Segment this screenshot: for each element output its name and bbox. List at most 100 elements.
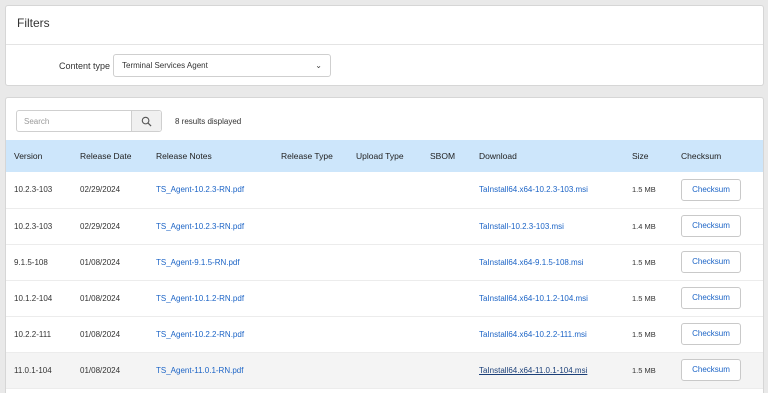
upload-type-cell: [348, 280, 422, 316]
releases-table: Version Release Date Release Notes Relea…: [6, 140, 763, 389]
release-date-cell: 02/29/2024: [80, 185, 121, 195]
checksum-button[interactable]: Checksum: [681, 323, 741, 345]
column-header-download[interactable]: Download: [471, 140, 624, 172]
release-notes-cell: TS_Agent-10.2.3-RN.pdf: [148, 208, 273, 244]
release-notes-link[interactable]: TS_Agent-10.2.3-RN.pdf: [156, 185, 244, 194]
checksum-button[interactable]: Checksum: [681, 287, 741, 309]
checksum-cell: Checksum: [673, 172, 763, 208]
release-notes-cell: TS_Agent-10.2.3-RN.pdf: [148, 172, 273, 208]
release-notes-cell: TS_Agent-10.1.2-RN.pdf: [148, 280, 273, 316]
release-notes-link[interactable]: TS_Agent-9.1.5-RN.pdf: [156, 258, 240, 267]
download-link[interactable]: TaInstall64.x64-11.0.1-104.msi: [479, 366, 587, 375]
divider: [6, 44, 763, 45]
column-header-checksum[interactable]: Checksum: [673, 140, 763, 172]
search-button[interactable]: [131, 111, 161, 131]
release-notes-link[interactable]: TS_Agent-10.2.2-RN.pdf: [156, 330, 244, 339]
sbom-cell: [422, 352, 471, 388]
release-type-cell: [273, 244, 348, 280]
release-date-cell: 02/29/2024: [80, 221, 121, 231]
results-panel: 8 results displayed Version Release Date…: [5, 97, 764, 393]
column-header-release-notes[interactable]: Release Notes: [148, 140, 273, 172]
download-cell: TaInstall64.x64-9.1.5-108.msi: [471, 244, 624, 280]
checksum-button[interactable]: Checksum: [681, 215, 741, 237]
size-cell: 1.5 MB: [632, 185, 656, 195]
checksum-button[interactable]: Checksum: [681, 359, 741, 381]
content-type-value: Terminal Services Agent: [122, 61, 208, 70]
release-notes-link[interactable]: TS_Agent-10.1.2-RN.pdf: [156, 294, 244, 303]
download-link[interactable]: TaInstall-10.2.3-103.msi: [479, 222, 564, 231]
table-row: 9.1.5-108 01/08/2024 TS_Agent-9.1.5-RN.p…: [6, 244, 763, 280]
checksum-cell: Checksum: [673, 352, 763, 388]
upload-type-cell: [348, 352, 422, 388]
table-row: 10.2.2-111 01/08/2024 TS_Agent-10.2.2-RN…: [6, 316, 763, 352]
size-cell: 1.5 MB: [632, 365, 656, 375]
release-type-cell: [273, 352, 348, 388]
column-header-release-date[interactable]: Release Date: [72, 140, 148, 172]
sbom-cell: [422, 208, 471, 244]
checksum-cell: Checksum: [673, 244, 763, 280]
column-header-sbom[interactable]: SBOM: [422, 140, 471, 172]
search-input[interactable]: [17, 111, 131, 131]
release-notes-cell: TS_Agent-10.2.2-RN.pdf: [148, 316, 273, 352]
column-header-size[interactable]: Size: [624, 140, 673, 172]
sbom-cell: [422, 172, 471, 208]
column-header-version[interactable]: Version: [6, 140, 72, 172]
checksum-button[interactable]: Checksum: [681, 251, 741, 273]
table-row: 11.0.1-104 01/08/2024 TS_Agent-11.0.1-RN…: [6, 352, 763, 388]
table-row: 10.2.3-103 02/29/2024 TS_Agent-10.2.3-RN…: [6, 208, 763, 244]
sbom-cell: [422, 244, 471, 280]
filters-title: Filters: [17, 16, 50, 30]
table-header: Version Release Date Release Notes Relea…: [6, 140, 763, 172]
upload-type-cell: [348, 172, 422, 208]
download-cell: TaInstall64.x64-10.1.2-104.msi: [471, 280, 624, 316]
checksum-cell: Checksum: [673, 316, 763, 352]
version-cell: 10.2.3-103: [14, 221, 53, 231]
release-notes-link[interactable]: TS_Agent-10.2.3-RN.pdf: [156, 222, 244, 231]
column-header-release-type[interactable]: Release Type: [273, 140, 348, 172]
checksum-cell: Checksum: [673, 280, 763, 316]
search-icon: [141, 116, 152, 127]
release-type-cell: [273, 208, 348, 244]
search-box: [16, 110, 162, 132]
download-cell: TaInstall64.x64-10.2.2-111.msi: [471, 316, 624, 352]
download-link[interactable]: TaInstall64.x64-9.1.5-108.msi: [479, 258, 584, 267]
version-cell: 11.0.1-104: [14, 365, 52, 375]
release-date-cell: 01/08/2024: [80, 293, 121, 303]
upload-type-cell: [348, 208, 422, 244]
download-cell: TaInstall64.x64-10.2.3-103.msi: [471, 172, 624, 208]
download-link[interactable]: TaInstall64.x64-10.2.3-103.msi: [479, 185, 588, 194]
version-cell: 10.1.2-104: [14, 293, 53, 303]
sbom-cell: [422, 316, 471, 352]
table-row: 10.2.3-103 02/29/2024 TS_Agent-10.2.3-RN…: [6, 172, 763, 208]
release-type-cell: [273, 316, 348, 352]
upload-type-cell: [348, 244, 422, 280]
release-date-cell: 01/08/2024: [80, 329, 121, 339]
release-notes-cell: TS_Agent-11.0.1-RN.pdf: [148, 352, 273, 388]
upload-type-cell: [348, 316, 422, 352]
download-link[interactable]: TaInstall64.x64-10.2.2-111.msi: [479, 330, 587, 339]
release-type-cell: [273, 172, 348, 208]
version-cell: 9.1.5-108: [14, 257, 48, 267]
size-cell: 1.5 MB: [632, 257, 656, 267]
release-date-cell: 01/08/2024: [80, 365, 121, 375]
results-count: 8 results displayed: [175, 117, 242, 126]
chevron-down-icon: ⌄: [315, 61, 322, 70]
version-cell: 10.2.2-111: [14, 329, 52, 339]
content-type-label: Content type: [59, 61, 111, 71]
content-type-select[interactable]: Terminal Services Agent ⌄: [113, 54, 331, 77]
release-notes-cell: TS_Agent-9.1.5-RN.pdf: [148, 244, 273, 280]
size-cell: 1.5 MB: [632, 329, 656, 339]
sbom-cell: [422, 280, 471, 316]
checksum-cell: Checksum: [673, 208, 763, 244]
release-notes-link[interactable]: TS_Agent-11.0.1-RN.pdf: [156, 366, 243, 375]
column-header-upload-type[interactable]: Upload Type: [348, 140, 422, 172]
version-cell: 10.2.3-103: [14, 185, 53, 195]
download-cell: TaInstall64.x64-11.0.1-104.msi: [471, 352, 624, 388]
table-row: 10.1.2-104 01/08/2024 TS_Agent-10.1.2-RN…: [6, 280, 763, 316]
release-date-cell: 01/08/2024: [80, 257, 121, 267]
checksum-button[interactable]: Checksum: [681, 178, 741, 201]
size-cell: 1.4 MB: [632, 221, 656, 231]
download-cell: TaInstall-10.2.3-103.msi: [471, 208, 624, 244]
size-cell: 1.5 MB: [632, 293, 656, 303]
download-link[interactable]: TaInstall64.x64-10.1.2-104.msi: [479, 294, 588, 303]
